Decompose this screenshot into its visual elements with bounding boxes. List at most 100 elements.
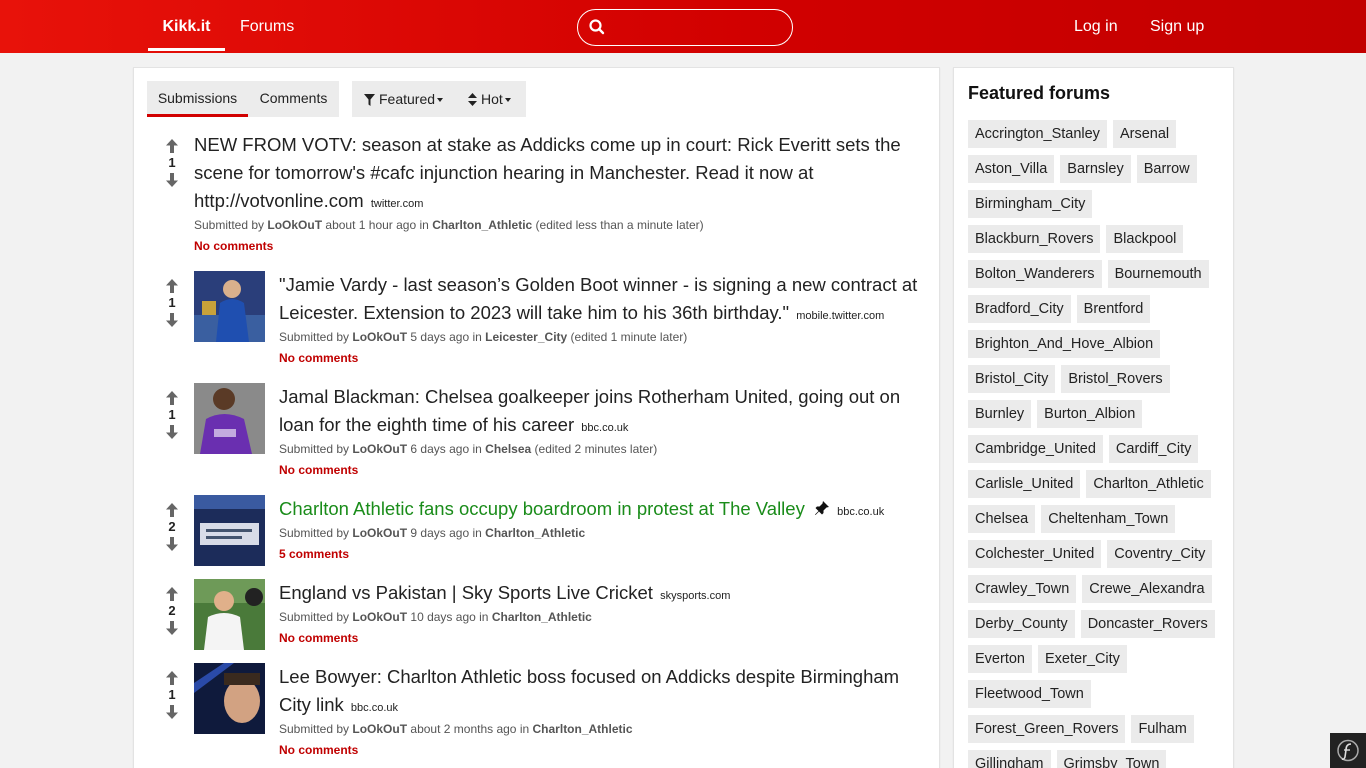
forum-chip[interactable]: Derby_County [968, 610, 1075, 638]
forum-chip[interactable]: Bolton_Wanderers [968, 260, 1102, 288]
forum-chip[interactable]: Accrington_Stanley [968, 120, 1107, 148]
comments-link[interactable]: No comments [279, 631, 358, 645]
sort-dropdown[interactable]: Hot [468, 81, 511, 117]
thumbnail[interactable] [194, 579, 265, 650]
comments-link[interactable]: No comments [279, 743, 358, 757]
submission-item: 2 Charlton Athletic fans occupy boardroo… [134, 495, 934, 575]
forum-chip[interactable]: Carlisle_United [968, 470, 1081, 498]
forum-chip[interactable]: Brighton_And_Hove_Albion [968, 330, 1161, 358]
forum-chip[interactable]: Bournemouth [1107, 260, 1209, 288]
search-input[interactable] [612, 14, 782, 41]
author-link[interactable]: LoOkOuT [352, 526, 407, 540]
arrow-down-icon[interactable] [165, 705, 179, 719]
arrow-up-icon[interactable] [165, 671, 179, 685]
brand-link[interactable]: Kikk.it [148, 0, 225, 53]
forum-chip[interactable]: Crawley_Town [968, 575, 1077, 603]
submission-domain[interactable]: bbc.co.uk [837, 506, 884, 518]
arrow-down-icon[interactable] [165, 425, 179, 439]
thumbnail[interactable] [194, 663, 265, 734]
in-label: in [479, 610, 489, 624]
arrow-up-icon[interactable] [165, 503, 179, 517]
comments-link[interactable]: 5 comments [279, 547, 349, 561]
forum-chip[interactable]: Chelsea [968, 505, 1036, 533]
forum-chip[interactable]: Arsenal [1112, 120, 1177, 148]
signup-link[interactable]: Sign up [1150, 0, 1204, 53]
forum-chip[interactable]: Cardiff_City [1108, 435, 1199, 463]
tab-submissions[interactable]: Submissions [147, 81, 248, 117]
featured-dropdown[interactable]: Featured [364, 81, 444, 117]
author-link[interactable]: LoOkOuT [352, 610, 407, 624]
forum-chip[interactable]: Forest_Green_Rovers [968, 715, 1126, 743]
forum-chip[interactable]: Brentford [1076, 295, 1151, 323]
submission-title: Charlton Athletic fans occupy boardroom … [279, 495, 924, 526]
arrow-down-icon[interactable] [165, 537, 179, 551]
submission-domain[interactable]: bbc.co.uk [351, 702, 398, 714]
forum-chip[interactable]: Crewe_Alexandra [1082, 575, 1212, 603]
submission-domain[interactable]: skysports.com [660, 590, 730, 602]
forum-chip[interactable]: Bristol_City [968, 365, 1056, 393]
forum-chip[interactable]: Charlton_Athletic [1086, 470, 1211, 498]
submission-link[interactable]: Charlton Athletic fans occupy boardroom … [279, 498, 805, 519]
arrow-up-icon[interactable] [165, 139, 179, 153]
forum-chip[interactable]: Fleetwood_Town [968, 680, 1091, 708]
forum-link[interactable]: Charlton_Athletic [492, 610, 592, 624]
comments-link[interactable]: No comments [279, 463, 358, 477]
submitted-label: Submitted by [279, 610, 350, 624]
score: 1 [168, 295, 176, 310]
forum-chip[interactable]: Bristol_Rovers [1061, 365, 1170, 393]
forum-chip[interactable]: Burnley [968, 400, 1032, 428]
author-link[interactable]: LoOkOuT [352, 330, 407, 344]
comments-link[interactable]: No comments [194, 239, 273, 253]
forum-link[interactable]: Leicester_City [485, 330, 567, 344]
author-link[interactable]: LoOkOuT [352, 442, 407, 456]
thumbnail[interactable] [194, 271, 265, 342]
forum-chip[interactable]: Fulham [1131, 715, 1194, 743]
chevron-down-icon [504, 98, 511, 102]
forum-chip[interactable]: Cambridge_United [968, 435, 1103, 463]
author-link[interactable]: LoOkOuT [267, 218, 322, 232]
forum-chip[interactable]: Colchester_United [968, 540, 1102, 568]
submission-link[interactable]: NEW FROM VOTV: season at stake as Addick… [194, 134, 901, 211]
forum-link[interactable]: Chelsea [485, 442, 531, 456]
forum-chip[interactable]: Birmingham_City [968, 190, 1093, 218]
forum-chip[interactable]: Burton_Albion [1037, 400, 1143, 428]
thumbnail[interactable] [194, 495, 265, 566]
arrow-up-icon[interactable] [165, 391, 179, 405]
forum-chip[interactable]: Cheltenham_Town [1041, 505, 1176, 533]
submission-domain[interactable]: bbc.co.uk [581, 422, 628, 434]
forum-chip[interactable]: Blackburn_Rovers [968, 225, 1101, 253]
tab-comments[interactable]: Comments [248, 81, 339, 117]
forum-link[interactable]: Charlton_Athletic [533, 722, 633, 736]
arrow-up-icon[interactable] [165, 279, 179, 293]
debug-toolbar-button[interactable] [1330, 733, 1366, 768]
forum-chip[interactable]: Barnsley [1060, 155, 1131, 183]
edited-note: (edited 2 minutes later) [534, 442, 658, 456]
submission-link[interactable]: England vs Pakistan | Sky Sports Live Cr… [279, 582, 653, 603]
author-link[interactable]: LoOkOuT [352, 722, 407, 736]
forum-chip[interactable]: Gillingham [968, 750, 1051, 768]
forum-chip[interactable]: Bradford_City [968, 295, 1071, 323]
arrow-down-icon[interactable] [165, 313, 179, 327]
nav-forums-link[interactable]: Forums [240, 0, 294, 53]
forum-chip[interactable]: Coventry_City [1107, 540, 1213, 568]
thumbnail[interactable] [194, 383, 265, 454]
arrow-down-icon[interactable] [165, 621, 179, 635]
forum-link[interactable]: Charlton_Athletic [485, 526, 585, 540]
comments-link[interactable]: No comments [279, 351, 358, 365]
forum-chip[interactable]: Everton [968, 645, 1032, 673]
search-box[interactable] [577, 9, 793, 46]
forum-chip[interactable]: Aston_Villa [968, 155, 1055, 183]
forum-chip[interactable]: Blackpool [1106, 225, 1184, 253]
forum-chip[interactable]: Exeter_City [1037, 645, 1127, 673]
forum-chip-list: Accrington_Stanley Arsenal Aston_Villa Barn… [968, 120, 1230, 768]
login-link[interactable]: Log in [1074, 0, 1118, 53]
arrow-down-icon[interactable] [165, 173, 179, 187]
forum-chip[interactable]: Barrow [1136, 155, 1197, 183]
arrow-up-icon[interactable] [165, 587, 179, 601]
forum-chip[interactable]: Grimsby_Town [1056, 750, 1167, 768]
forum-link[interactable]: Charlton_Athletic [432, 218, 532, 232]
forum-chip[interactable]: Doncaster_Rovers [1080, 610, 1215, 638]
in-label: in [419, 218, 429, 232]
submission-domain[interactable]: mobile.twitter.com [796, 310, 884, 322]
submission-domain[interactable]: twitter.com [371, 198, 424, 210]
